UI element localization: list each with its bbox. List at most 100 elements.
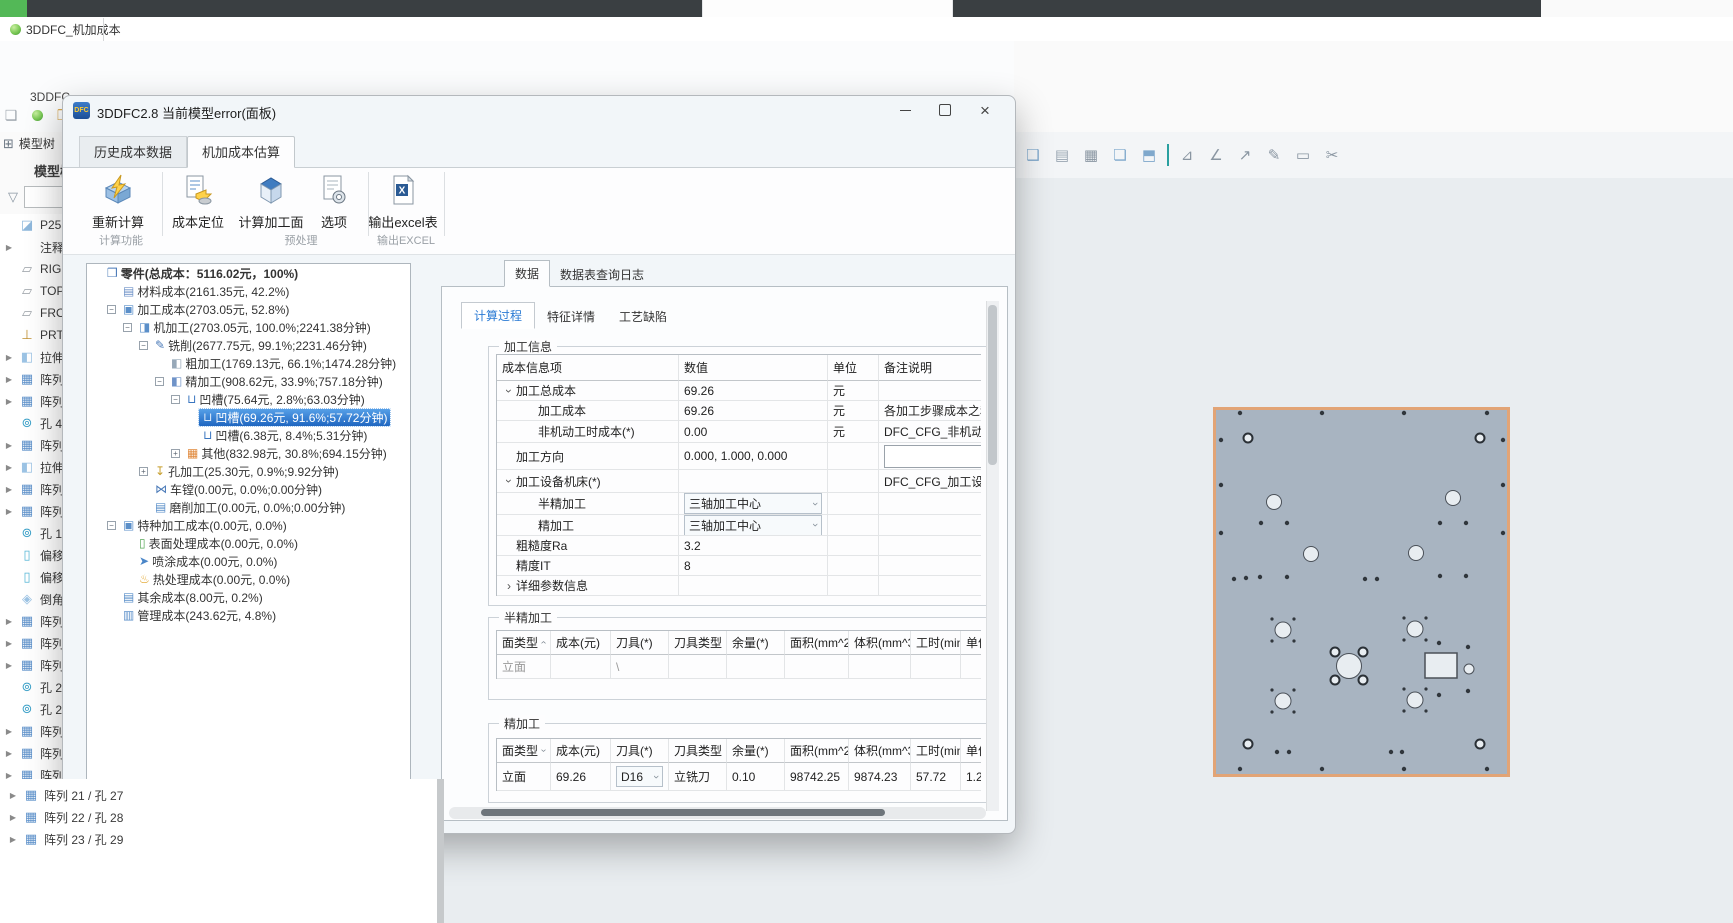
info-value-cell[interactable] — [679, 470, 828, 493]
model-tree-tab[interactable]: ⊞ 模型树 — [3, 135, 55, 152]
expand-arrow-icon[interactable]: ▶ — [8, 813, 18, 822]
panel-subtab-2[interactable]: 工艺缺陷 — [607, 304, 679, 329]
semi-finish-cell[interactable] — [785, 655, 849, 679]
semi-finish-col-header[interactable]: 单价(元/min — [961, 631, 981, 655]
panel-horizontal-scrollbar[interactable] — [449, 807, 986, 819]
horizontal-scroll-thumb[interactable] — [481, 809, 885, 816]
collapse-icon[interactable]: − — [123, 323, 132, 332]
expand-arrow-icon[interactable]: ▶ — [4, 353, 14, 362]
semi-finish-col-header[interactable]: 刀具类型 — [669, 631, 727, 655]
semi-finish-col-header[interactable]: 成本(元) — [551, 631, 611, 655]
shaded-cube-icon[interactable]: ⬒ — [1138, 144, 1160, 166]
info-value-cell[interactable]: 0.000, 1.000, 0.000 — [679, 443, 828, 470]
toolbar-button-4[interactable]: X输出excel表 — [365, 174, 441, 231]
cost-tree-item[interactable]: −◨机加工(2703.05元, 100.0%;2241.38分钟) — [87, 318, 410, 336]
pencil-icon[interactable]: ✎ — [1263, 144, 1285, 166]
expand-arrow-icon[interactable]: ▶ — [8, 791, 18, 800]
cube-icon[interactable]: ❑ — [1022, 144, 1044, 166]
finish-col-header[interactable]: 单价(元/min — [961, 739, 981, 763]
finish-col-header[interactable]: 刀具(*) — [611, 739, 669, 763]
expand-arrow-icon[interactable]: ▶ — [4, 727, 14, 736]
cost-tree-item[interactable]: ▯表面处理成本(0.00元, 0.0%) — [87, 534, 410, 552]
finish-cell[interactable]: 98742.25 — [785, 763, 849, 791]
material-ball-icon[interactable] — [28, 106, 46, 124]
panel-subtab-0[interactable]: 计算过程 — [461, 302, 535, 329]
finish-cell[interactable]: 69.26 — [551, 763, 611, 791]
finish-cell[interactable]: D16› — [611, 763, 669, 791]
cost-tree-item[interactable]: ▤磨削加工(0.00元, 0.0%;0.00分钟) — [87, 498, 410, 516]
semi-finish-col-header[interactable]: 体积(mm^3) — [849, 631, 911, 655]
close-button[interactable]: × — [965, 98, 1005, 122]
expand-arrow-icon[interactable]: ▶ — [4, 441, 14, 450]
finish-cell[interactable]: 0.10 — [727, 763, 785, 791]
semi-finish-col-header[interactable]: 工时(min) — [911, 631, 961, 655]
panel-tab-0[interactable]: 数据 — [504, 260, 550, 287]
cost-tree-item[interactable]: ❒零件(总成本：5116.02元，100%) — [87, 264, 410, 282]
cost-tree-item[interactable]: −✎铣削(2677.75元, 99.1%;2231.46分钟) — [87, 336, 410, 354]
semi-finish-cell[interactable] — [911, 655, 961, 679]
info-value-cell[interactable]: 三轴加工中心› — [679, 493, 828, 515]
expand-arrow-icon[interactable]: ▶ — [4, 661, 14, 670]
semi-finish-cell[interactable] — [551, 655, 611, 679]
model-plate[interactable] — [1213, 407, 1510, 777]
expand-arrow-icon[interactable]: ▶ — [4, 617, 14, 626]
dialog-tab-0[interactable]: 历史成本数据 — [79, 136, 187, 167]
chevron-right-icon[interactable]: › — [502, 579, 516, 593]
cost-tree-item[interactable]: ♨热处理成本(0.00元, 0.0%) — [87, 570, 410, 588]
bg-tree-item[interactable]: ▶▦阵列 22 / 孔 28 — [4, 806, 428, 828]
collapse-icon[interactable]: − — [139, 341, 148, 350]
info-value-cell[interactable] — [679, 576, 828, 596]
table-camera-icon[interactable]: ▦ — [1080, 144, 1102, 166]
info-item-cell[interactable]: 非机动工时成本(*) — [497, 421, 679, 443]
semi-finish-cell[interactable] — [669, 655, 727, 679]
expand-arrow-icon[interactable]: ▶ — [4, 639, 14, 648]
panel-subtab-1[interactable]: 特征详情 — [535, 304, 607, 329]
machine-dropdown[interactable]: 三轴加工中心› — [684, 493, 822, 514]
info-value-cell[interactable]: 69.26 — [679, 401, 828, 421]
expand-arrow-icon[interactable]: ▶ — [4, 397, 14, 406]
cost-tree-item[interactable]: ▤其余成本(8.00元, 0.2%) — [87, 588, 410, 606]
toolbar-button-0[interactable]: 重新计算 — [80, 174, 156, 231]
chevron-down-icon[interactable]: › — [502, 474, 516, 488]
info-item-cell[interactable]: 加工成本 — [497, 401, 679, 421]
sheet-icon[interactable]: ▤ — [1051, 144, 1073, 166]
angle-icon[interactable]: ∠ — [1205, 144, 1227, 166]
semi-finish-col-header[interactable]: 面积(mm^2) — [785, 631, 849, 655]
expand-arrow-icon[interactable]: ▶ — [4, 507, 14, 516]
semi-finish-col-header[interactable]: 余量(*) — [727, 631, 785, 655]
info-value-cell[interactable]: 0.00 — [679, 421, 828, 443]
frame-icon[interactable]: ▭ — [1292, 144, 1314, 166]
info-item-cell[interactable]: ›详细参数信息 — [497, 576, 679, 596]
vertical-scroll-thumb[interactable] — [988, 305, 997, 465]
info-value-cell[interactable]: 三轴加工中心› — [679, 515, 828, 536]
expand-icon[interactable]: + — [139, 467, 148, 476]
tool-dropdown[interactable]: D16› — [616, 766, 663, 787]
expand-arrow-icon[interactable]: ▶ — [8, 835, 18, 844]
toolbar-button-1[interactable]: 成本定位 — [160, 174, 236, 231]
semi-finish-col-header[interactable]: 刀具(*) — [611, 631, 669, 655]
finish-cell[interactable]: 立铣刀 — [669, 763, 727, 791]
finish-col-header[interactable]: 余量(*) — [727, 739, 785, 763]
cost-tree-item[interactable]: −▣加工成本(2703.05元, 52.8%) — [87, 300, 410, 318]
axes-icon[interactable]: ⊿ — [1176, 144, 1198, 166]
finish-cell[interactable]: 立面 — [497, 763, 551, 791]
finish-cell[interactable]: 1.20 — [961, 763, 981, 791]
cost-tree-item[interactable]: −▣特种加工成本(0.00元, 0.0%) — [87, 516, 410, 534]
maximize-button[interactable] — [925, 98, 965, 122]
finish-cell[interactable]: 57.72 — [911, 763, 961, 791]
cube-arrow-icon[interactable]: ❏ — [1109, 144, 1131, 166]
chevron-down-icon[interactable]: › — [502, 384, 516, 398]
cost-tree-item[interactable]: ◧粗加工(1769.13元, 66.1%;1474.28分钟) — [87, 354, 410, 372]
panel-tab-1[interactable]: 数据表查询日志 — [550, 262, 654, 287]
cost-tree-item[interactable]: ⊔凹槽(6.38元, 8.4%;5.31分钟) — [87, 426, 410, 444]
cost-tree-item[interactable]: −⊔凹槽(75.64元, 2.8%;63.03分钟) — [87, 390, 410, 408]
info-item-cell[interactable]: ›加工设备机床(*) — [497, 470, 679, 493]
finish-col-header[interactable]: 成本(元) — [551, 739, 611, 763]
minimize-button[interactable] — [885, 98, 925, 122]
cost-tree-item[interactable]: ➤喷涂成本(0.00元, 0.0%) — [87, 552, 410, 570]
collapse-icon[interactable]: − — [171, 395, 180, 404]
collapse-icon[interactable]: − — [107, 305, 116, 314]
expand-arrow-icon[interactable]: ▶ — [4, 463, 14, 472]
info-value-cell[interactable]: 8 — [679, 556, 828, 576]
expand-arrow-icon[interactable]: ▶ — [4, 485, 14, 494]
